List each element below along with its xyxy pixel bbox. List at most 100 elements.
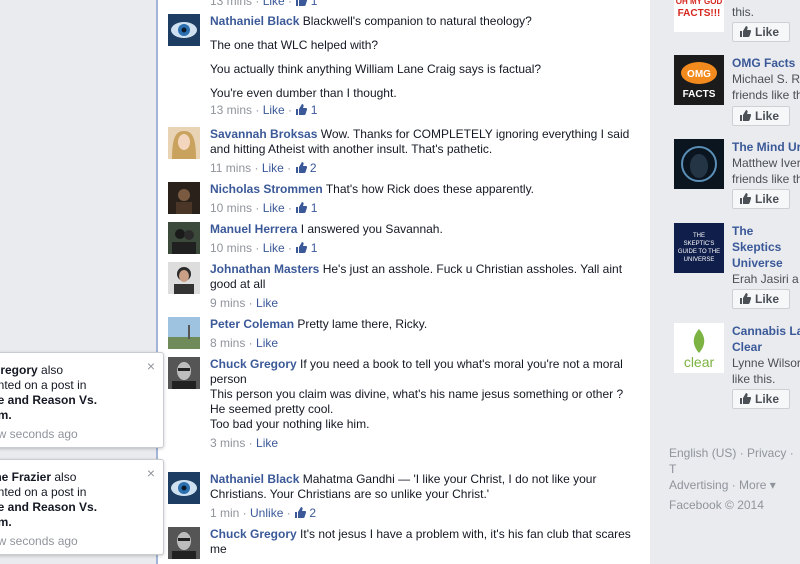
like-link[interactable]: Like <box>262 161 284 175</box>
notification-popup[interactable]: Gregory also ented on a post in ce and R… <box>0 352 164 448</box>
comment-author[interactable]: Savannah Broksas <box>210 127 317 141</box>
like-count[interactable]: 1 <box>311 201 318 215</box>
comment-time[interactable]: 13 mins <box>210 0 252 8</box>
close-icon[interactable]: × <box>147 466 155 481</box>
page-social-context: Lynne Wilsor <box>732 356 800 370</box>
avatar[interactable] <box>168 127 200 159</box>
footer-links[interactable]: English (US) · Privacy · T <box>669 445 800 477</box>
like-count[interactable]: 1 <box>311 241 318 255</box>
comment-meta: 13 mins · Like · 1 <box>210 103 318 117</box>
comment-time[interactable]: 8 mins <box>210 336 245 350</box>
like-count[interactable]: 1 <box>311 103 318 117</box>
comment-text: Too bad your nothing like him. <box>210 417 370 431</box>
footer-links[interactable]: Advertising · More ▾ <box>669 477 800 493</box>
page-thumbnail[interactable]: THE SKEPTIC'S GUIDE TO THE UNIVERSE <box>674 223 724 273</box>
comment-author[interactable]: Nathaniel Black <box>210 472 299 486</box>
thumbs-up-icon <box>740 293 751 304</box>
avatar[interactable] <box>168 14 200 46</box>
page-name[interactable]: The Skeptics Universe <box>732 223 800 271</box>
avatar[interactable] <box>168 262 200 294</box>
close-icon[interactable]: × <box>147 359 155 374</box>
svg-text:OMG: OMG <box>687 69 711 80</box>
thumbs-up-icon <box>740 193 751 204</box>
notification-popup[interactable]: ine Frazier also ented on a post in ce a… <box>0 459 164 555</box>
like-page-button[interactable]: Like <box>732 22 790 42</box>
notification-post: sm. <box>0 408 12 422</box>
comment: 13 mins · Like · 1 <box>168 0 638 9</box>
comment-meta: 11 mins · Like · 2 <box>210 161 317 175</box>
notification-time: ew seconds ago <box>0 534 78 548</box>
like-page-button[interactable]: Like <box>732 189 790 209</box>
svg-text:UNIVERSE: UNIVERSE <box>684 257 715 263</box>
page-thumbnail[interactable] <box>674 139 724 189</box>
avatar[interactable] <box>168 222 200 254</box>
comment-time[interactable]: 9 mins <box>210 296 245 310</box>
avatar[interactable] <box>168 182 200 214</box>
comment-text: You're even dumber than I thought. <box>210 86 397 100</box>
comment-text: He seemed pretty cool. <box>210 402 334 416</box>
avatar[interactable] <box>168 357 200 389</box>
thumbs-up-icon <box>295 507 307 518</box>
comment-text: You actually think anything William Lane… <box>210 62 542 76</box>
page-social-context: friends like th <box>732 172 800 186</box>
page-name[interactable]: The Mind Ur <box>732 139 800 155</box>
notification-post: ce and Reason Vs. <box>0 500 98 514</box>
comment-time[interactable]: 3 mins <box>210 436 245 450</box>
like-page-button[interactable]: Like <box>732 289 790 309</box>
comment-text: I answered you Savannah. <box>300 222 443 236</box>
thumbs-up-icon <box>295 162 307 173</box>
like-link[interactable]: Like <box>256 336 278 350</box>
avatar[interactable] <box>168 527 200 559</box>
comment-author[interactable]: Peter Coleman <box>210 317 294 331</box>
like-count[interactable]: 2 <box>309 506 316 520</box>
comment-text: Blackwell's companion to natural theolog… <box>302 14 532 28</box>
page-social-context: this. <box>732 5 755 19</box>
notification-actor: ine Frazier <box>0 470 52 484</box>
footer: English (US) · Privacy · T Advertising ·… <box>669 445 800 513</box>
comment-author[interactable]: Chuck Gregory <box>210 357 297 371</box>
like-link[interactable]: Like <box>256 436 278 450</box>
avatar[interactable] <box>168 472 200 504</box>
like-count[interactable]: 1 <box>311 0 318 8</box>
svg-text:THE: THE <box>693 233 705 239</box>
comment-time[interactable]: 10 mins <box>210 201 252 215</box>
comment-time[interactable]: 13 mins <box>210 103 252 117</box>
avatar[interactable] <box>168 317 200 349</box>
like-link[interactable]: Like <box>263 103 285 117</box>
unlike-link[interactable]: Unlike <box>250 506 283 520</box>
page-social-context: Matthew Iver <box>732 156 800 170</box>
like-page-button[interactable]: Like <box>732 389 790 409</box>
like-link[interactable]: Like <box>256 296 278 310</box>
comment-author[interactable]: Nathaniel Black <box>210 14 299 28</box>
comment-feed: 13 mins · Like · 1 Nathaniel Black Black… <box>156 0 652 564</box>
comment-author[interactable]: Nicholas Strommen <box>210 182 323 196</box>
comment-time[interactable]: 1 min <box>210 506 239 520</box>
svg-text:clear: clear <box>684 354 715 370</box>
comment-time[interactable]: 11 mins <box>210 161 251 175</box>
page-name[interactable]: OMG Facts <box>732 55 800 71</box>
page-thumbnail[interactable]: OH MY GOD FACTS!!! <box>674 0 724 32</box>
page-thumbnail[interactable]: OMG FACTS <box>674 55 724 105</box>
comment: Nathaniel Black Blackwell's companion to… <box>168 14 638 118</box>
like-page-button[interactable]: Like <box>732 106 790 126</box>
like-link[interactable]: Like <box>263 0 285 8</box>
like-link[interactable]: Like <box>263 241 285 255</box>
comment-time[interactable]: 10 mins <box>210 241 252 255</box>
comment-author[interactable]: Johnathan Masters <box>210 262 319 276</box>
like-count[interactable]: 2 <box>310 161 317 175</box>
comment-author[interactable]: Chuck Gregory <box>210 527 297 541</box>
thumbs-up-icon <box>296 202 308 213</box>
comment-author[interactable]: Manuel Herrera <box>210 222 297 236</box>
page-thumbnail[interactable]: clear <box>674 323 724 373</box>
page-name[interactable]: Cannabis La Clear <box>732 323 800 355</box>
thumbs-up-icon <box>740 110 751 121</box>
svg-text:SKEPTIC'S: SKEPTIC'S <box>684 241 715 247</box>
notification-text: ented on a post in <box>0 378 87 392</box>
svg-text:OH MY GOD: OH MY GOD <box>676 0 723 6</box>
like-link[interactable]: Like <box>263 201 285 215</box>
comment: Johnathan Masters He's just an asshole. … <box>168 262 638 311</box>
comment-meta: 13 mins · Like · 1 <box>210 0 638 9</box>
page-suggestion: THE SKEPTIC'S GUIDE TO THE UNIVERSE The Ske… <box>674 223 800 309</box>
thumbs-up-icon <box>740 393 751 404</box>
page-social-context: friends like th <box>732 88 800 102</box>
